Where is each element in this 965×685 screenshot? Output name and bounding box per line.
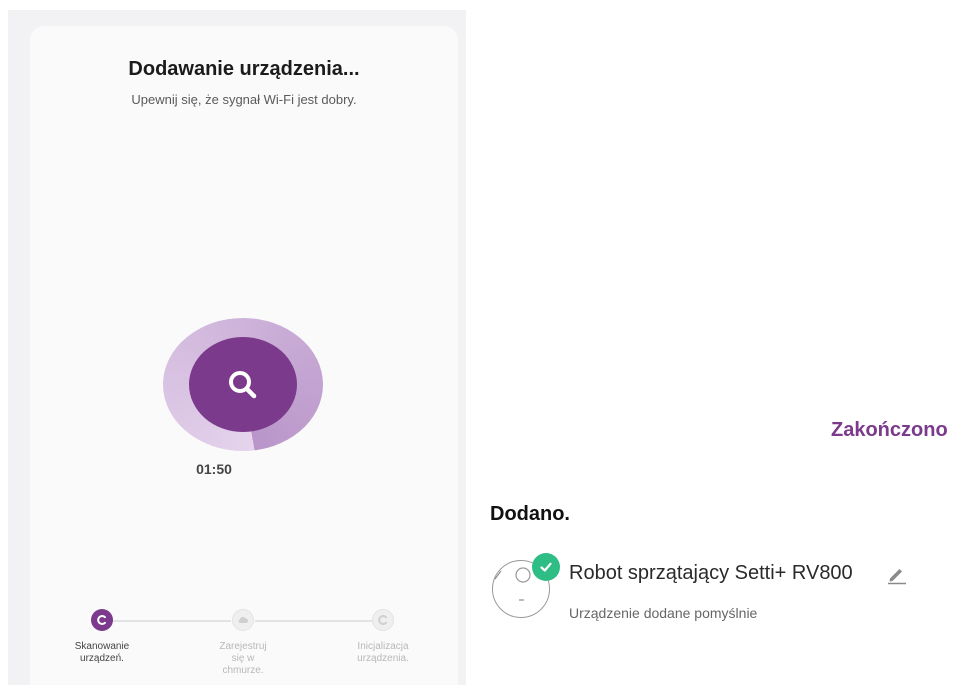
init-icon (378, 615, 387, 625)
pencil-icon[interactable] (886, 563, 908, 585)
step-init-label: Inicjalizacja urządzenia. (357, 641, 409, 664)
check-icon (540, 562, 552, 572)
scan-timer: 01:50 (196, 461, 232, 477)
scan-radar-center (189, 337, 297, 432)
device-status: Urządzenie dodane pomyślnie (569, 605, 758, 621)
search-icon (229, 370, 257, 398)
step-cloud-label: Zarejestruj się w chmurze. (219, 641, 267, 676)
device-name: Robot sprzątający Setti+ RV800 (569, 562, 853, 584)
page-title: Dodawanie urządzenia... (128, 58, 360, 80)
step-scan-label: Skanowanie urządzeń. (74, 641, 130, 664)
added-title: Dodano. (490, 503, 570, 525)
step-connector-2 (255, 620, 373, 622)
step-cloud-indicator (232, 609, 254, 631)
page-subtitle: Upewnij się, że sygnał Wi-Fi jest dobry. (131, 92, 357, 107)
step-connector-1 (111, 620, 231, 622)
step-init-indicator (372, 609, 394, 631)
scan-icon (97, 615, 106, 625)
step-scan-indicator (91, 609, 113, 631)
scan-radar (163, 318, 323, 451)
success-badge (532, 553, 560, 581)
done-button[interactable]: Zakończono (831, 419, 948, 442)
cloud-icon (238, 617, 249, 623)
